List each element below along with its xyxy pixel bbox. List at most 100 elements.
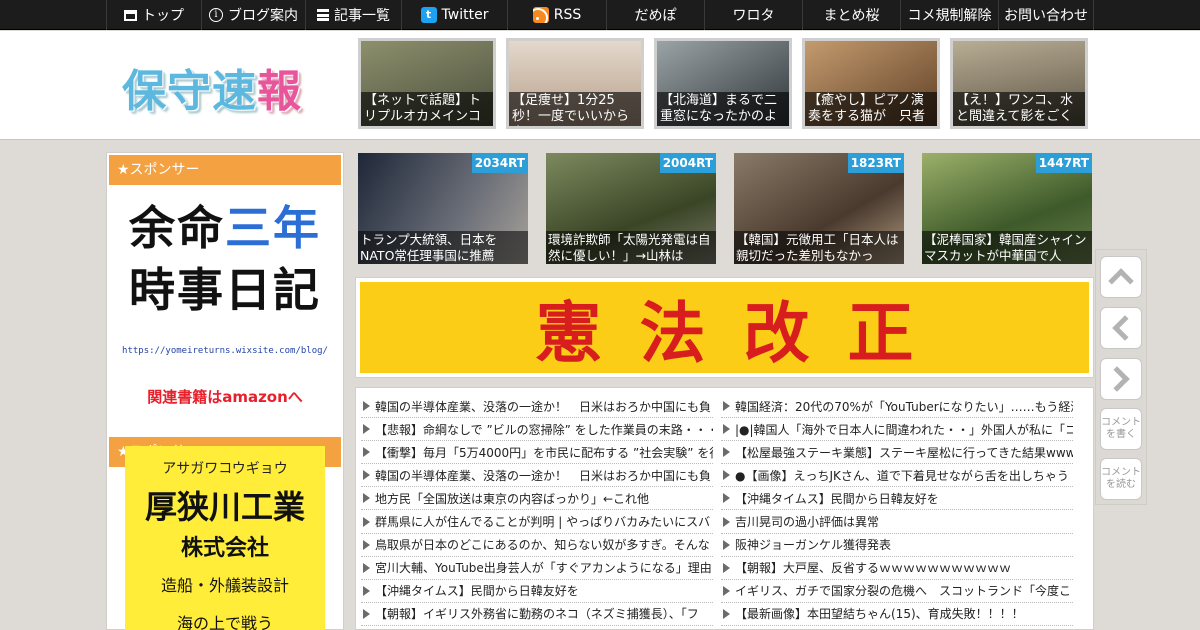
list-item[interactable]: 韓国の半導体産業、没落の一途か！ 日米はおろか中国にも負 xyxy=(361,395,713,419)
list-item[interactable]: ●【画像】えっちJKさん、道で下着見せながら舌を出しちゃう xyxy=(721,464,1073,488)
rt-caption: トランプ大統領、日本をNATO常任理事国に推薦 xyxy=(358,231,528,264)
nav-item-damepo[interactable]: だめぽ xyxy=(606,0,704,30)
header-thumb[interactable]: 【ネットで話題】トリプルオカメインコ xyxy=(358,38,496,129)
list-item[interactable]: 吉川晃司の過小評価は異常 xyxy=(721,510,1073,534)
ad2-company-name: 厚狭川工業 xyxy=(144,488,305,526)
ranking-thumbnails: 2034RT トランプ大統領、日本をNATO常任理事国に推薦 2004RT 環境… xyxy=(358,153,1092,264)
thumb-caption: 【足痩せ】1分25秒！一度でいいからやっ xyxy=(509,92,641,126)
list-item[interactable]: 【沖縄タイムス】民間から日韓友好を xyxy=(721,487,1073,511)
bullet-triangle-icon xyxy=(363,447,370,458)
header-thumb[interactable]: 【癒やし】ピアノ演奏をする猫が 只者 xyxy=(802,38,940,129)
list-item[interactable]: |●|韓国人「海外で日本人に間違われた・・」外国人が私に「コン xyxy=(721,418,1073,442)
article-column-right: 韓国経済：20代の70%が「YouTuberになりたい」……もう経済 |●|韓国… xyxy=(721,395,1073,626)
next-article-button[interactable] xyxy=(1100,358,1142,400)
rt-count-badge: 2034RT xyxy=(471,153,528,173)
list-item[interactable]: 【松屋最強ステーキ業態】ステーキ屋松に行ってきた結果www xyxy=(721,441,1073,465)
thumb-caption: 【北海道】まるで二重窓になったかのよ xyxy=(657,92,789,126)
logo-text-main: 保守速 xyxy=(122,66,257,117)
scroll-top-button[interactable] xyxy=(1100,256,1142,298)
list-item[interactable]: 韓国の半導体産業、没落の一途か！ 日米はおろか中国にも負 xyxy=(361,464,713,488)
list-item[interactable]: 【沖縄タイムス】民間から日韓友好を xyxy=(361,580,713,603)
comment-read-button[interactable]: コメントを読む xyxy=(1100,458,1142,500)
bullet-triangle-icon xyxy=(363,424,370,435)
logo-text-accent: 報 xyxy=(257,66,302,117)
list-item[interactable]: イギリス、ガチで国家分裂の危機へ スコットランド「今度こ xyxy=(721,580,1073,603)
list-item[interactable]: 鳥取県が日本のどこにあるのか、知らない奴が多すぎ。そんな xyxy=(361,534,713,557)
banner-body: 憲法改正 xyxy=(360,282,1089,373)
rt-caption: 環境詐欺師「太陽光発電は自然に優しい！」→山林は xyxy=(546,231,716,264)
bullet-triangle-icon xyxy=(363,516,370,527)
ad-url: https://yomeireturns.wixsite.com/blog/ xyxy=(122,346,328,356)
sponsor-ad-yomei[interactable]: 余命三年 時事日記 https://yomeireturns.wixsite.c… xyxy=(107,185,343,407)
rss-icon xyxy=(532,7,549,23)
bullet-triangle-icon xyxy=(363,493,370,504)
list-item[interactable]: 【朝報】大戸屋、反省するｗｗｗｗｗｗｗｗｗｗｗ xyxy=(721,557,1073,580)
ad-amazon-link[interactable]: 関連書籍はamazonへ xyxy=(107,386,343,407)
nav-label: だめぽ xyxy=(634,8,677,24)
rt-thumb[interactable]: 2004RT 環境詐欺師「太陽光発電は自然に優しい！」→山林は xyxy=(546,153,716,264)
list-item[interactable]: 韓国経済：20代の70%が「YouTuberになりたい」……もう経済 xyxy=(721,395,1073,419)
nav-item-warota[interactable]: ワロタ xyxy=(704,0,802,30)
rt-thumb[interactable]: 2034RT トランプ大統領、日本をNATO常任理事国に推薦 xyxy=(358,153,528,264)
home-icon xyxy=(124,9,137,21)
header-thumb[interactable]: 【北海道】まるで二重窓になったかのよ xyxy=(654,38,792,129)
ad2-service: 造船・外艤装設計 xyxy=(160,576,289,595)
list-item[interactable]: 【悲報】命綱なしで ”ビルの窓掃除” をした作業員の末路・・・ xyxy=(361,418,713,442)
sponsor-ad-asagawa[interactable]: アサガワコウギョウ 厚狭川工業 株式会社 造船・外艤装設計 海の上で戦う xyxy=(125,446,325,630)
nav-label: ワロタ xyxy=(732,8,775,24)
twitter-icon: t xyxy=(420,7,437,23)
info-icon: i xyxy=(209,8,223,22)
rt-count-badge: 2004RT xyxy=(659,153,716,173)
nav-item-rss[interactable]: RSS xyxy=(507,0,606,30)
prev-article-button[interactable] xyxy=(1100,307,1142,349)
bullet-triangle-icon xyxy=(723,493,730,504)
bullet-triangle-icon xyxy=(723,470,730,481)
list-icon xyxy=(317,9,329,21)
rt-caption: 【泥棒国家】韓国産シャインマスカットが中華国で人 xyxy=(922,231,1092,264)
kenpo-banner[interactable]: 憲法改正 xyxy=(355,277,1094,378)
rt-thumb[interactable]: 1447RT 【泥棒国家】韓国産シャインマスカットが中華国で人 xyxy=(922,153,1092,264)
nav-item-article-list[interactable]: 記事一覧 xyxy=(305,0,401,30)
nav-item-top[interactable]: トップ xyxy=(106,0,201,30)
chevron-up-icon xyxy=(1108,268,1134,294)
ad-headline-2: 時事日記 xyxy=(129,263,321,317)
site-header: 保守速報 【ネットで話題】トリプルオカメインコ 【足痩せ】1分25秒！一度でいい… xyxy=(0,31,1200,140)
ad2-corp-type: 株式会社 xyxy=(180,536,269,561)
chevron-right-icon xyxy=(1104,366,1130,392)
nav-item-blog-guide[interactable]: i ブログ案内 xyxy=(201,0,305,30)
list-item[interactable]: 【朝報】イギリス外務省に勤務のネコ（ネズミ捕獲長）、「フ xyxy=(361,603,713,626)
list-item[interactable]: 宮川大輔、YouTube出身芸人が「すぐアカンようになる」理由を xyxy=(361,557,713,580)
list-item[interactable]: 地方民「全国放送は東京の内容ばっかり」←これ他 xyxy=(361,487,713,511)
nav-label: まとめ桜 xyxy=(823,8,880,24)
rt-thumb[interactable]: 1823RT 【韓国】元徴用工「日本人は親切だった差別もなかっ xyxy=(734,153,904,264)
nav-item-contact[interactable]: お問い合わせ xyxy=(998,0,1094,30)
ad2-tagline: 海の上で戦う xyxy=(176,614,273,630)
bullet-triangle-icon xyxy=(723,401,730,412)
site-logo[interactable]: 保守速報 xyxy=(122,55,302,119)
nav-label: RSS xyxy=(553,7,582,23)
article-lists: 韓国の半導体産業、没落の一途か！ 日米はおろか中国にも負 【悲報】命綱なしで ”… xyxy=(355,387,1094,630)
bullet-triangle-icon xyxy=(723,585,730,596)
nav-item-matome-sakura[interactable]: まとめ桜 xyxy=(802,0,900,30)
list-item[interactable]: 阪神ジョーガンケル獲得発表 xyxy=(721,534,1073,557)
bullet-triangle-icon xyxy=(363,562,370,573)
rt-count-badge: 1823RT xyxy=(847,153,904,173)
nav-label: ブログ案内 xyxy=(228,8,298,24)
list-item[interactable]: 【最新画像】本田望結ちゃん(15)、育成失敗！！！！ xyxy=(721,603,1073,626)
nav-item-twitter[interactable]: t Twitter xyxy=(401,0,507,30)
list-item[interactable]: 【衝撃】毎月「5万4000円」を市民に配布する ”社会実験” を行 xyxy=(361,441,713,465)
nav-label: Twitter xyxy=(441,7,489,23)
nav-item-comment-unblock[interactable]: コメ規制解除 xyxy=(900,0,998,30)
thumb-caption: 【ネットで話題】トリプルオカメインコ xyxy=(361,92,493,126)
top-nav: トップ i ブログ案内 記事一覧 t Twitter RSS だめぽ ワロタ ま… xyxy=(0,0,1200,30)
thumb-caption: 【癒やし】ピアノ演奏をする猫が 只者 xyxy=(805,92,937,126)
header-thumb[interactable]: 【足痩せ】1分25秒！一度でいいからやっ xyxy=(506,38,644,129)
bullet-triangle-icon xyxy=(723,562,730,573)
list-item[interactable]: 群馬県に人が住んでることが判明 | やっぱりバカみたいにスバ xyxy=(361,510,713,534)
chevron-left-icon xyxy=(1112,315,1138,341)
floating-side-buttons: コメントを書く コメントを読む xyxy=(1095,249,1147,505)
bullet-triangle-icon xyxy=(723,539,730,550)
comment-write-button[interactable]: コメントを書く xyxy=(1100,408,1142,450)
bullet-triangle-icon xyxy=(363,585,370,596)
header-thumb[interactable]: 【え！】ワンコ、水と間違えて影をごく xyxy=(950,38,1088,129)
